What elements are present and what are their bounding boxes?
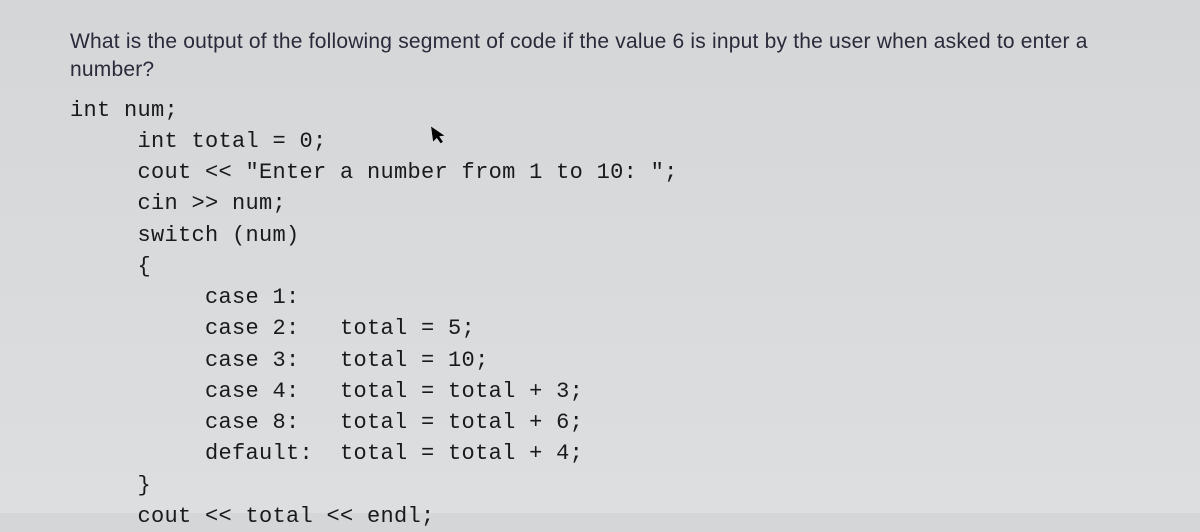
code-line-13: } bbox=[70, 473, 151, 498]
question-text: What is the output of the following segm… bbox=[70, 28, 1130, 85]
code-line-1: int num; bbox=[70, 98, 178, 123]
code-line-14: cout << total << endl; bbox=[70, 504, 435, 529]
code-line-7: case 1: bbox=[70, 285, 300, 310]
code-line-6: { bbox=[70, 254, 151, 279]
code-line-9: case 3: total = 10; bbox=[70, 348, 489, 373]
code-line-12: default: total = total + 4; bbox=[70, 441, 583, 466]
code-line-10: case 4: total = total + 3; bbox=[70, 379, 583, 404]
code-line-5: switch (num) bbox=[70, 223, 300, 248]
code-line-11: case 8: total = total + 6; bbox=[70, 410, 583, 435]
code-line-8: case 2: total = 5; bbox=[70, 316, 475, 341]
code-line-2: int total = 0; bbox=[70, 129, 327, 154]
code-block: int num; int total = 0; cout << "Enter a… bbox=[70, 95, 1130, 532]
code-line-3: cout << "Enter a number from 1 to 10: "; bbox=[70, 160, 678, 185]
code-line-4: cin >> num; bbox=[70, 191, 286, 216]
